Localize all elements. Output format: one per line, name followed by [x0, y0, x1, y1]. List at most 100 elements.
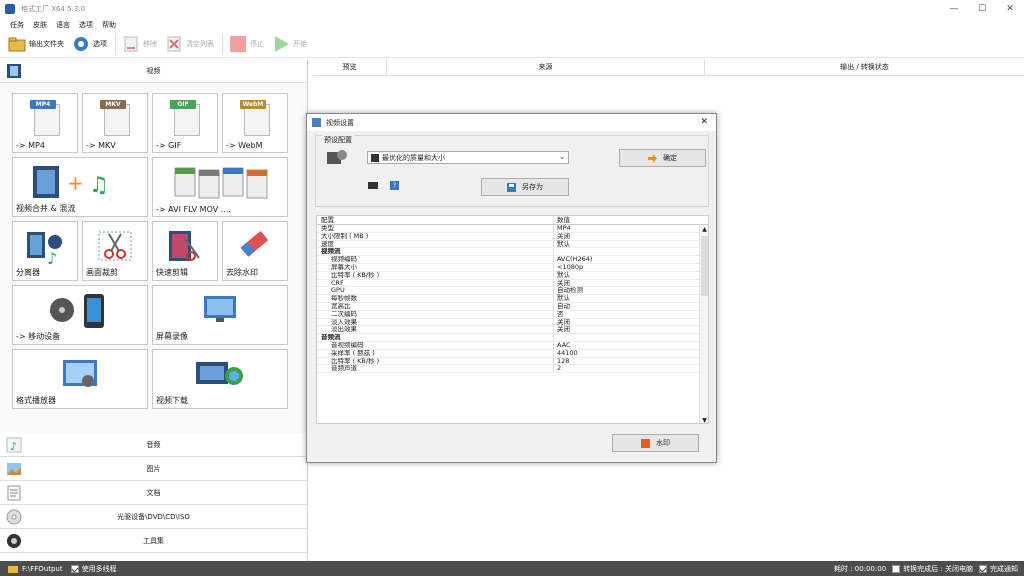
setting-value[interactable]: AAC [553, 341, 708, 349]
setting-key: CRF [331, 279, 344, 287]
watermark-button[interactable]: 水印 [612, 434, 699, 452]
help-icon[interactable]: ? [390, 181, 399, 190]
setting-value[interactable]: 44100 [553, 349, 708, 357]
setting-value[interactable]: 关闭 [553, 232, 708, 240]
menu-options[interactable]: 选项 [79, 20, 93, 30]
tile-remove-watermark[interactable]: 去除水印 [222, 221, 288, 281]
gif-file-icon: GIF [170, 100, 200, 136]
tile-splitter[interactable]: ♪ 分离器 [12, 221, 78, 281]
toolkit-icon [7, 534, 21, 548]
table-row[interactable]: 淡入效果 关闭 [317, 318, 708, 327]
setting-value[interactable]: 2 [553, 365, 708, 373]
splitter-icon: ♪ [27, 232, 62, 266]
setting-value[interactable]: <1080p [553, 263, 708, 271]
scroll-down-icon[interactable]: ▼ [700, 417, 708, 423]
setting-value[interactable] [553, 334, 708, 341]
table-row[interactable]: 采样率 ( 赫兹 ) 44100 [317, 349, 708, 358]
table-row[interactable]: 二次编码 否 [317, 310, 708, 319]
menu-help[interactable]: 帮助 [102, 20, 116, 30]
setting-value[interactable]: 自动检测 [553, 287, 708, 295]
close-button[interactable]: ✕ [996, 0, 1024, 18]
tile-to-mp4[interactable]: MP4 -> MP4 [12, 93, 78, 153]
mobile-device-icon [50, 294, 104, 328]
setting-value[interactable]: 关闭 [553, 318, 708, 326]
clear-list-button[interactable]: 清空列表 [165, 33, 214, 55]
dialog-close-button[interactable]: ✕ [700, 117, 708, 127]
table-row[interactable]: 每秒帧数 默认 [317, 294, 708, 303]
category-video[interactable]: 视频 [0, 59, 307, 83]
preset-select[interactable]: 最优化的质量和大小 ⌄ [367, 151, 569, 164]
tile-video-download[interactable]: 视频下载 [152, 349, 288, 409]
category-audio[interactable]: ♪ 音频 [0, 433, 307, 457]
output-path[interactable]: F:\FFOutput [22, 565, 63, 573]
column-preview[interactable]: 预览 [313, 59, 387, 75]
setting-value[interactable]: 默认 [553, 294, 708, 302]
table-row[interactable]: 屏幕大小 <1080p [317, 263, 708, 272]
tile-to-mkv[interactable]: MKV -> MKV [82, 93, 148, 153]
remove-button[interactable]: 移除 [122, 33, 157, 55]
notify-checkbox[interactable] [979, 564, 987, 573]
save-as-button[interactable]: 另存为 [481, 178, 569, 196]
table-group-row[interactable]: 视频流 [317, 248, 708, 257]
elapsed-time: 耗时 : 00:00:00 [833, 564, 887, 573]
category-optical-disc[interactable]: 光驱设备\DVD\CD\ISO [0, 505, 307, 529]
setting-key: 二次编码 [331, 310, 357, 318]
setting-value[interactable]: MP4 [553, 224, 708, 232]
codec-icon[interactable] [368, 182, 378, 189]
menu-skin[interactable]: 皮肤 [33, 20, 47, 30]
tile-to-webm[interactable]: WebM -> WebM [222, 93, 288, 153]
table-row[interactable]: 比特率 ( KB/秒 ) 默认 [317, 271, 708, 280]
setting-value[interactable]: 默认 [553, 240, 708, 248]
options-button[interactable]: 选项 [72, 33, 107, 55]
setting-value[interactable]: 默认 [553, 271, 708, 279]
table-row[interactable]: CRF 关闭 [317, 279, 708, 288]
table-row[interactable]: 音频声道 2 [317, 365, 708, 374]
table-row[interactable]: 淡出效果 关闭 [317, 326, 708, 335]
start-button[interactable]: 开始 [272, 33, 307, 55]
tile-screen-record[interactable]: 屏幕录像 [152, 285, 288, 345]
setting-value[interactable]: 否 [553, 310, 708, 318]
tile-format-player[interactable]: 格式播放器 [12, 349, 148, 409]
tile-to-gif[interactable]: GIF -> GIF [152, 93, 218, 153]
category-document[interactable]: 文档 [0, 481, 307, 505]
table-row[interactable]: 音视频编码 AAC [317, 341, 708, 350]
multithread-checkbox[interactable] [70, 564, 79, 573]
table-group-row[interactable]: 音频流 [317, 334, 708, 342]
table-row[interactable]: 宽高比 自动 [317, 302, 708, 311]
tile-video-join-mux[interactable]: + ♫ 视频合并 & 混流 [12, 157, 148, 217]
scroll-thumb[interactable] [701, 236, 708, 296]
stop-button[interactable]: 停止 [229, 33, 264, 55]
maximize-button[interactable]: ☐ [968, 0, 996, 18]
table-row[interactable]: GPU 自动检测 [317, 287, 708, 296]
output-folder-button[interactable]: 输出文件夹 [8, 33, 64, 55]
tile-to-avi-flv-mov[interactable]: -> AVI FLV MOV .... [152, 157, 288, 217]
table-row[interactable]: 速度 默认 [317, 240, 708, 249]
setting-value[interactable]: AVC(H264) [553, 255, 708, 263]
tile-crop[interactable]: 画面裁剪 [82, 221, 148, 281]
scroll-up-icon[interactable]: ▲ [700, 226, 708, 233]
svg-text:♪: ♪ [10, 440, 17, 453]
setting-value[interactable] [553, 248, 708, 256]
setting-key: 音视频编码 [331, 341, 364, 349]
setting-value[interactable]: 128 [553, 357, 708, 365]
setting-key: 大小限制 ( MB ) [321, 232, 369, 240]
menu-task[interactable]: 任务 [10, 20, 24, 30]
column-source[interactable]: 来源 [387, 59, 705, 75]
table-row[interactable]: 类型 MP4 [317, 224, 708, 233]
minimize-button[interactable]: — [940, 0, 968, 18]
tile-quick-clip[interactable]: 快速剪辑 [152, 221, 218, 281]
column-output-status[interactable]: 输出 / 转换状态 [705, 59, 1024, 75]
menu-language[interactable]: 语言 [56, 20, 70, 30]
category-image[interactable]: 图片 [0, 457, 307, 481]
setting-key: 屏幕大小 [331, 263, 357, 271]
setting-value[interactable]: 自动 [553, 302, 708, 310]
after-convert-checkbox[interactable] [892, 564, 901, 573]
table-row[interactable]: 比特率 ( KB/秒 ) 128 [317, 357, 708, 366]
table-scrollbar[interactable]: ▲ ▼ [699, 226, 708, 423]
table-row[interactable]: 大小限制 ( MB ) 关闭 [317, 232, 708, 241]
ok-button[interactable]: 确定 [619, 149, 706, 167]
setting-value[interactable]: 关闭 [553, 326, 708, 334]
category-toolkit[interactable]: 工具集 [0, 529, 307, 553]
table-row[interactable]: 视频编码 AVC(H264) [317, 255, 708, 264]
tile-to-mobile[interactable]: -> 移动设备 [12, 285, 148, 345]
